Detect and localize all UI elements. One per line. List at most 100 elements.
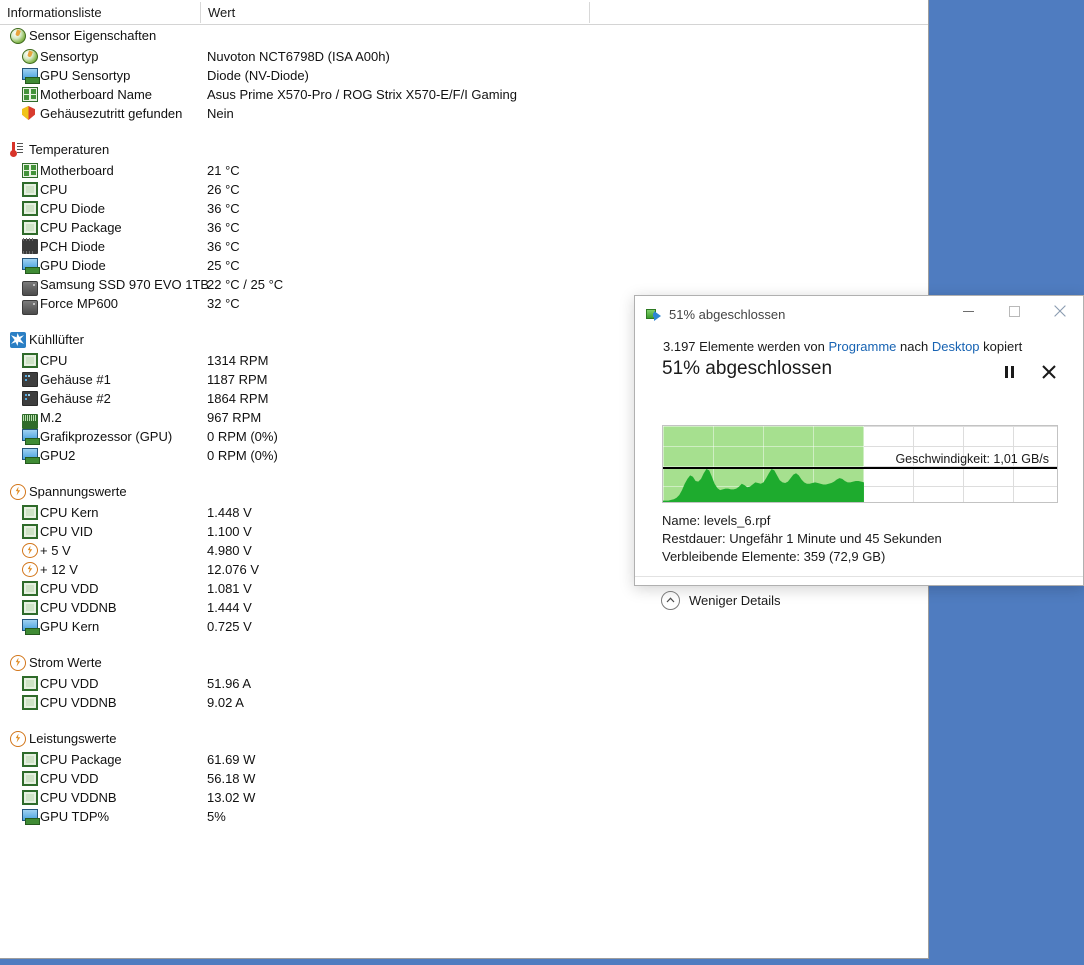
chip-icon xyxy=(22,524,38,539)
thermometer-icon xyxy=(10,142,26,158)
close-icon[interactable] xyxy=(1037,296,1083,326)
sensor-group-header[interactable]: Strom Werte xyxy=(0,652,928,674)
sensor-row-value: 0.725 V xyxy=(207,619,252,634)
gpu-icon xyxy=(22,68,40,84)
sensor-row-label: Gehäuse #1 xyxy=(40,372,111,387)
pause-button[interactable] xyxy=(992,359,1020,385)
column-header-informationsliste[interactable]: Informationsliste xyxy=(0,0,200,25)
cancel-button[interactable] xyxy=(1035,359,1063,385)
copy-progress-dialog: 51% abgeschlossen 3.197 Elemente werden … xyxy=(634,295,1084,610)
sensor-row-label: GPU Sensortyp xyxy=(40,68,131,83)
sensor-row[interactable]: CPU Diode 36 °C xyxy=(0,199,928,218)
sensor-row-label: Grafikprozessor (GPU) xyxy=(40,429,173,444)
sensor-row[interactable]: CPU Package 36 °C xyxy=(0,218,928,237)
sensor-row-label: CPU xyxy=(40,182,68,197)
sensor-row[interactable]: Sensortyp Nuvoton NCT6798D (ISA A00h) xyxy=(0,47,928,66)
sensor-row-label: GPU TDP% xyxy=(40,809,110,824)
column-divider-2[interactable] xyxy=(589,2,590,23)
sensor-row-value: Diode (NV-Diode) xyxy=(207,68,309,83)
sensor-row-value: 25 °C xyxy=(207,258,240,273)
summary-prefix: 3.197 Elemente werden von xyxy=(663,339,829,354)
source-folder-link[interactable]: Programme xyxy=(829,339,897,354)
chip-icon xyxy=(22,353,38,368)
sensor-row[interactable]: Motherboard 21 °C xyxy=(0,161,928,180)
sensor-row-label: CPU VDDNB xyxy=(40,695,117,710)
chip-icon xyxy=(22,676,38,691)
sensor-row-label: CPU VDD xyxy=(40,771,99,786)
sensor-row-value: 36 °C xyxy=(207,201,240,216)
sensor-row-label: M.2 xyxy=(40,410,62,425)
gpu-icon xyxy=(22,258,40,274)
minimize-button[interactable] xyxy=(945,296,991,326)
sensor-icon xyxy=(10,28,26,44)
sensor-row-value: 9.02 A xyxy=(207,695,244,710)
chip-icon xyxy=(22,581,38,596)
chip-icon xyxy=(22,752,38,767)
chip-icon xyxy=(22,790,38,805)
copy-icon xyxy=(646,308,663,321)
sensor-row-label: GPU Kern xyxy=(40,619,100,634)
sensor-row[interactable]: CPU VDD 56.18 W xyxy=(0,769,928,788)
sensor-row-value: Asus Prime X570-Pro / ROG Strix X570-E/F… xyxy=(207,87,517,102)
sensor-row-value: 0 RPM (0%) xyxy=(207,429,278,444)
sensor-group-header[interactable]: Temperaturen xyxy=(0,139,928,161)
less-details-button[interactable]: Weniger Details xyxy=(661,588,781,612)
voltage-icon xyxy=(10,731,26,747)
summary-middle: nach xyxy=(896,339,932,354)
chip-icon xyxy=(22,600,38,615)
sensor-row[interactable]: CPU Package 61.69 W xyxy=(0,750,928,769)
sensor-row-label: CPU VDDNB xyxy=(40,600,117,615)
gpu-icon xyxy=(22,619,40,635)
gpu-icon xyxy=(22,429,40,445)
sensor-row-value: 1314 RPM xyxy=(207,353,269,368)
sensor-row-label: CPU Kern xyxy=(40,505,99,520)
sensor-group-label: Strom Werte xyxy=(29,655,102,670)
sensor-row[interactable]: CPU VDDNB 9.02 A xyxy=(0,693,928,712)
speed-label: Geschwindigkeit: 1,01 GB/s xyxy=(895,452,1049,466)
sensor-row[interactable]: PCH Diode 36 °C xyxy=(0,237,928,256)
sensor-row-value: 51.96 A xyxy=(207,676,252,691)
sensor-row-value: 26 °C xyxy=(207,182,240,197)
sensor-row[interactable]: CPU VDD 51.96 A xyxy=(0,674,928,693)
sensor-row-value: 1.448 V xyxy=(207,505,252,520)
sensor-row-label: Samsung SSD 970 EVO 1TB xyxy=(40,277,210,292)
chip-icon xyxy=(22,771,38,786)
column-header-wert[interactable]: Wert xyxy=(201,0,589,25)
sensor-row[interactable]: CPU VDDNB 13.02 W xyxy=(0,788,928,807)
sensor-row-label: GPU Diode xyxy=(40,258,106,273)
sensor-row[interactable]: GPU Kern 0.725 V xyxy=(0,617,928,636)
chip-icon xyxy=(22,695,38,710)
sensor-group-header[interactable]: Leistungswerte xyxy=(0,728,928,750)
sensor-row-value: 36 °C xyxy=(207,220,240,235)
chevron-up-icon xyxy=(661,590,680,610)
sensor-row-value: 5% xyxy=(207,809,226,824)
sensor-row[interactable]: Gehäusezutritt gefunden Nein xyxy=(0,104,928,123)
sensor-row-value: 36 °C xyxy=(207,239,240,254)
sensor-row-value: 967 RPM xyxy=(207,410,262,425)
sensor-row[interactable]: GPU TDP% 5% xyxy=(0,807,928,826)
sensor-row-value: 1.444 V xyxy=(207,600,252,615)
sensor-group-label: Temperaturen xyxy=(29,142,110,157)
chip-icon xyxy=(22,220,38,235)
gpu-icon xyxy=(22,448,40,464)
less-details-label: Weniger Details xyxy=(689,592,781,608)
sensor-group-header[interactable]: Sensor Eigenschaften xyxy=(0,25,928,47)
sensor-row[interactable]: CPU 26 °C xyxy=(0,180,928,199)
case-icon xyxy=(22,372,38,387)
sensor-row[interactable]: Samsung SSD 970 EVO 1TB 22 °C / 25 °C xyxy=(0,275,928,296)
dialog-title-bar[interactable]: 51% abgeschlossen xyxy=(635,296,1083,333)
maximize-button[interactable] xyxy=(991,296,1037,326)
sensor-group-label: Leistungswerte xyxy=(29,731,117,746)
sensor-row[interactable]: GPU Diode 25 °C xyxy=(0,256,928,275)
sensor-row-value: Nein xyxy=(207,106,234,121)
sensor-row-label: CPU VDD xyxy=(40,676,99,691)
sensor-row-label: Gehäusezutritt gefunden xyxy=(40,106,183,121)
transfer-speed-graph: Geschwindigkeit: 1,01 GB/s xyxy=(662,425,1058,503)
sensor-group-label: Spannungswerte xyxy=(29,484,127,499)
sensor-row[interactable]: Motherboard Name Asus Prime X570-Pro / RO… xyxy=(0,85,928,104)
motherboard-icon xyxy=(22,163,38,178)
sensor-row[interactable]: CPU VDDNB 1.444 V xyxy=(0,598,928,617)
sensor-row[interactable]: GPU Sensortyp Diode (NV-Diode) xyxy=(0,66,928,85)
target-folder-link[interactable]: Desktop xyxy=(932,339,980,354)
sensor-group-label: Sensor Eigenschaften xyxy=(29,28,157,43)
